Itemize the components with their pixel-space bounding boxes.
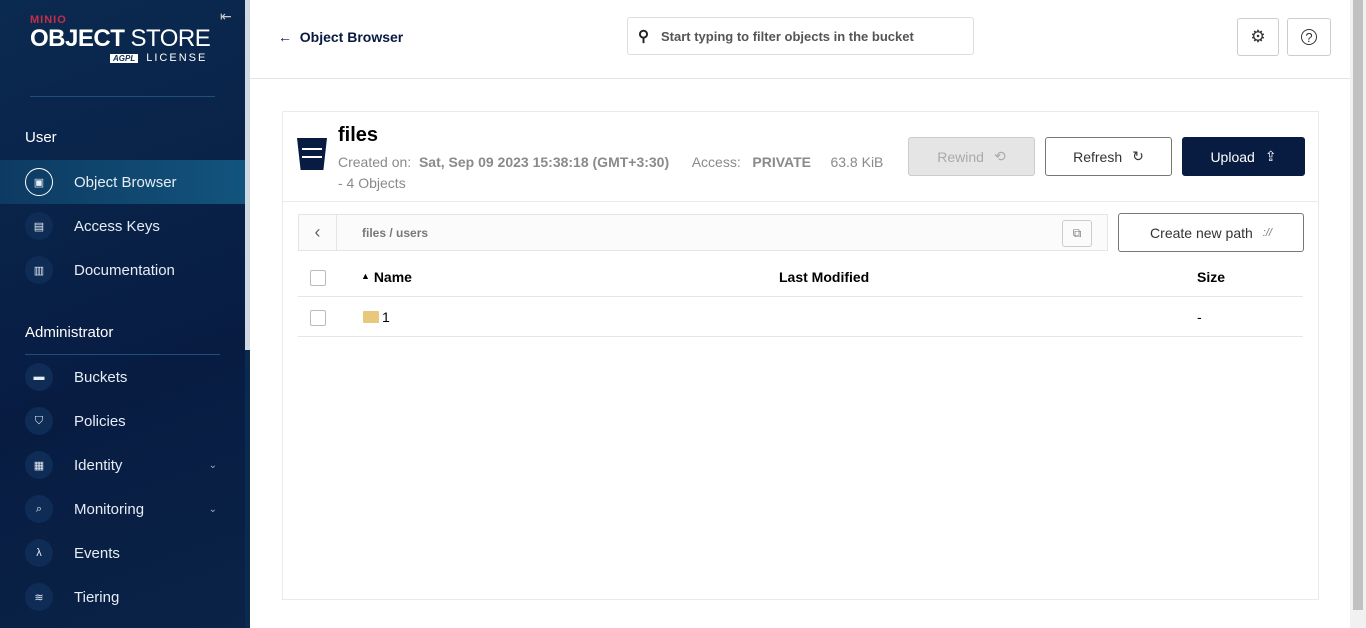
- upload-button[interactable]: Upload ⇪: [1182, 137, 1305, 176]
- rewind-label: Rewind: [937, 148, 984, 165]
- logo-product-light: STORE: [130, 25, 211, 52]
- refresh-button[interactable]: Refresh ↻: [1045, 137, 1172, 176]
- select-all-checkbox[interactable]: [310, 270, 326, 286]
- column-last-modified[interactable]: Last Modified: [779, 269, 869, 285]
- bucket-meta: Created on: Sat, Sep 09 2023 15:38:18 (G…: [338, 152, 918, 194]
- settings-button[interactable]: ⚙: [1237, 18, 1279, 56]
- sidebar-item-access-keys[interactable]: ▤ Access Keys: [0, 204, 245, 248]
- column-size[interactable]: Size: [1197, 269, 1225, 285]
- object-count: - 4 Objects: [338, 175, 406, 191]
- identity-icon: ▦: [25, 451, 53, 479]
- logo-product: OBJECT: [30, 25, 125, 52]
- filter-objects-input[interactable]: ⚲ Start typing to filter objects in the b…: [627, 17, 974, 55]
- chevron-left-icon: ‹: [314, 222, 321, 242]
- back-label: Object Browser: [299, 29, 404, 45]
- collapse-sidebar-icon[interactable]: ⇤: [220, 8, 232, 25]
- section-user: User: [25, 129, 57, 146]
- policy-icon: ⛉: [25, 407, 53, 435]
- sidebar-item-label: Object Browser: [74, 173, 177, 191]
- chevron-down-icon[interactable]: ⌄: [209, 504, 217, 515]
- sidebar-item-tiering[interactable]: ≋ Tiering: [0, 575, 245, 619]
- refresh-label: Refresh: [1073, 148, 1123, 165]
- copy-icon: ⧉: [1072, 226, 1082, 240]
- chevron-down-icon[interactable]: ⌄: [209, 460, 217, 471]
- access-value: PRIVATE: [752, 154, 812, 170]
- row-checkbox[interactable]: [310, 310, 326, 326]
- divider: [298, 296, 1303, 297]
- sidebar: MINIO OBJECT STORE AGPL LICENSE ⇤ User ▣ O…: [0, 0, 245, 628]
- folder-icon: [363, 311, 379, 323]
- access-label: Access:: [691, 154, 741, 170]
- sidebar-item-identity[interactable]: ▦ Identity ⌄: [0, 443, 245, 487]
- created-label: Created on:: [338, 154, 412, 170]
- divider: [30, 96, 215, 97]
- minio-logo: MINIO OBJECT STORE AGPL LICENSE: [30, 14, 211, 64]
- rewind-icon: ⟲: [993, 148, 1006, 164]
- row-size: -: [1197, 309, 1202, 325]
- rewind-button[interactable]: Rewind ⟲: [908, 137, 1035, 176]
- object-browser-icon: ▣: [25, 168, 53, 196]
- column-name[interactable]: ▲ Name: [361, 269, 412, 285]
- page-scrollbar[interactable]: [1350, 0, 1366, 628]
- create-path-label: Create new path: [1150, 224, 1253, 241]
- upload-icon: ⇪: [1264, 148, 1277, 164]
- section-administrator: Administrator: [25, 324, 114, 341]
- arrow-left-icon: ←: [278, 29, 292, 45]
- lambda-icon: λ: [25, 539, 53, 567]
- refresh-icon: ↻: [1132, 148, 1144, 164]
- back-button[interactable]: ← Object Browser: [278, 29, 403, 45]
- bucket-icon: [297, 138, 327, 170]
- create-new-path-button[interactable]: Create new path ://: [1118, 213, 1304, 252]
- help-button[interactable]: ?: [1287, 18, 1331, 56]
- sidebar-item-label: Events: [74, 544, 120, 562]
- access-keys-icon: ▤: [25, 212, 53, 240]
- gear-icon: ⚙: [1250, 27, 1266, 46]
- sidebar-item-buckets[interactable]: ▬ Buckets: [0, 355, 245, 399]
- new-path-icon: ://: [1262, 226, 1272, 239]
- bucket-size: 63.8 KiB: [830, 154, 884, 170]
- tiering-icon: ≋: [25, 583, 53, 611]
- copy-path-button[interactable]: ⧉: [1062, 220, 1092, 247]
- sidebar-item-label: Buckets: [74, 368, 128, 386]
- sidebar-scrollbar[interactable]: [245, 0, 250, 628]
- divider: [298, 336, 1303, 337]
- top-bar: ← Object Browser ⚲ Start typing to filter…: [250, 0, 1350, 79]
- agpl-badge: AGPL: [110, 53, 139, 63]
- bucket-panel: files Created on: Sat, Sep 09 2023 15:38…: [282, 111, 1319, 600]
- bucket-name: files: [338, 124, 379, 146]
- page-scrollbar-thumb[interactable]: [1353, 0, 1363, 610]
- created-value: Sat, Sep 09 2023 15:38:18 (GMT+3:30): [418, 154, 670, 170]
- row-name[interactable]: 1: [382, 309, 390, 325]
- search-icon: ⚲: [638, 28, 649, 45]
- sidebar-item-label: Documentation: [74, 261, 175, 279]
- sidebar-item-label: Policies: [74, 412, 126, 430]
- column-label: Name: [373, 269, 412, 285]
- documentation-icon: ▥: [25, 256, 53, 284]
- sort-asc-icon: ▲: [361, 271, 370, 281]
- sidebar-item-label: Access Keys: [74, 217, 160, 235]
- sidebar-item-events[interactable]: λ Events: [0, 531, 245, 575]
- bucket-icon: ▬: [25, 363, 53, 391]
- divider: [283, 201, 1318, 202]
- monitoring-icon: ⌕: [25, 495, 53, 523]
- sidebar-item-label: Monitoring: [74, 500, 145, 518]
- breadcrumb-path[interactable]: files / users: [362, 226, 428, 240]
- logo-license: LICENSE: [146, 52, 208, 64]
- sidebar-item-documentation[interactable]: ▥ Documentation: [0, 248, 245, 292]
- upload-label: Upload: [1210, 148, 1255, 165]
- search-placeholder: Start typing to filter objects in the bu…: [661, 28, 914, 44]
- sidebar-item-monitoring[interactable]: ⌕ Monitoring ⌄: [0, 487, 245, 531]
- breadcrumb: ‹ files / users ⧉: [298, 214, 1108, 251]
- breadcrumb-back-button[interactable]: ‹: [299, 215, 337, 250]
- sidebar-item-label: Identity: [74, 456, 123, 474]
- sidebar-item-object-browser[interactable]: ▣ Object Browser: [0, 160, 245, 204]
- help-icon: ?: [1301, 29, 1317, 45]
- sidebar-item-policies[interactable]: ⛉ Policies: [0, 399, 245, 443]
- sidebar-item-label: Tiering: [74, 588, 120, 606]
